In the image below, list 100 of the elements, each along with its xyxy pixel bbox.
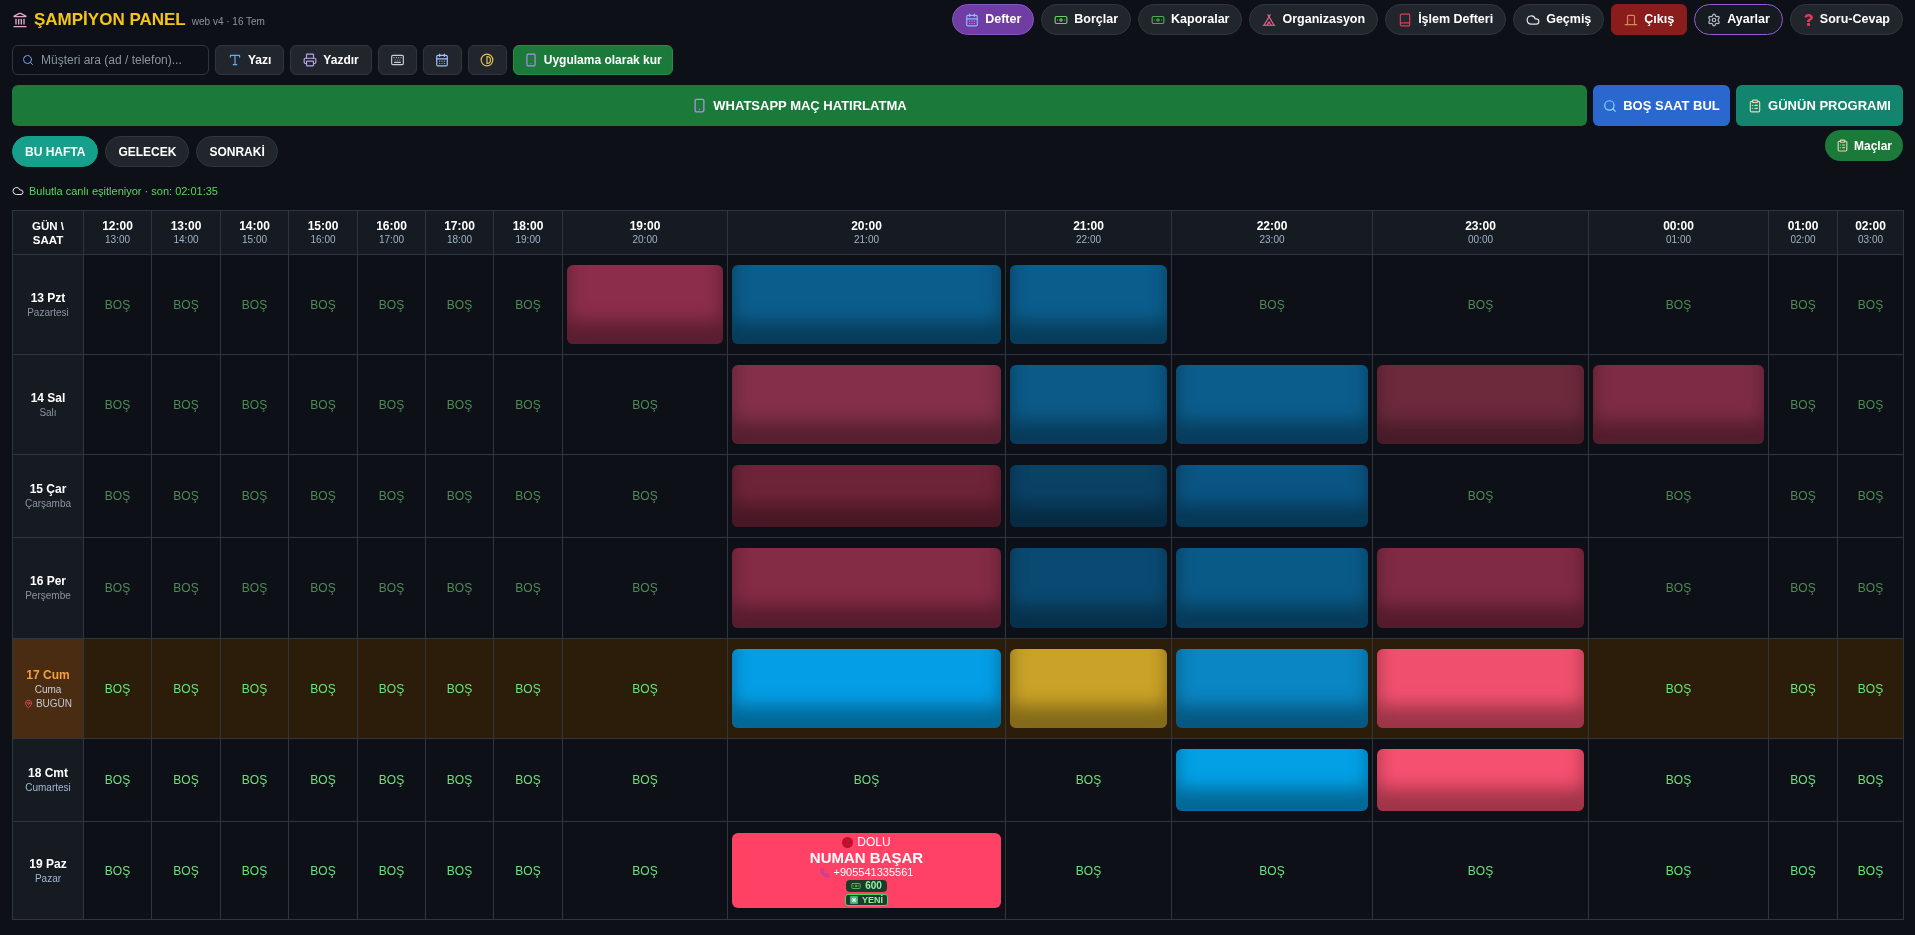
nav-button[interactable]: İşlem Defteri [1385, 4, 1507, 35]
blurred-booking-card[interactable] [1377, 548, 1584, 628]
booking-card[interactable]: DOLU NUMAN BAŞAR +905541335561 600 YENİ [732, 833, 1001, 908]
blurred-booking-card[interactable] [1176, 649, 1368, 728]
free-slot-label: BOŞ [173, 580, 199, 597]
free-slot-label: BOŞ [1665, 772, 1692, 789]
free-slot-label: BOŞ [1467, 488, 1494, 505]
search-field[interactable]: Müşteri ara (ad / telefon)... [12, 45, 209, 75]
week-tab[interactable]: GELECEK [105, 136, 190, 167]
blurred-booking-card[interactable] [1377, 749, 1584, 811]
action-button[interactable]: GÜNÜN PROGRAMI [1736, 85, 1903, 126]
free-slot-label: BOŞ [515, 488, 541, 505]
free-slot-label: BOŞ [310, 862, 336, 880]
nav-button[interactable]: Ayarlar [1694, 4, 1783, 35]
free-slot-label: BOŞ [1665, 296, 1692, 314]
nav-button[interactable]: Çıkış [1611, 4, 1688, 35]
free-slot-label: BOŞ [104, 862, 131, 880]
today-label: BUGÜN [35, 696, 73, 711]
free-slot-label: BOŞ [446, 862, 473, 880]
hour-label: 23:00 [1465, 219, 1496, 233]
nav-button[interactable]: Borçlar [1041, 4, 1132, 35]
nav-button[interactable]: Organizasyon [1249, 4, 1379, 35]
day-name: Cumartesi [25, 781, 71, 795]
day-date: 17 Cum [26, 666, 70, 683]
blurred-booking-card[interactable] [1593, 365, 1764, 444]
free-slot-label: BOŞ [378, 772, 405, 789]
free-slot-label: BOŞ [632, 488, 658, 505]
blurred-booking-card[interactable] [567, 265, 723, 344]
day-name: Perşembe [25, 589, 71, 603]
free-slot-label: BOŞ [632, 862, 658, 880]
blurred-booking-card[interactable] [1176, 465, 1368, 527]
free-slot-label: BOŞ [310, 772, 336, 789]
blurred-booking-card[interactable] [1010, 465, 1167, 527]
icon-button[interactable] [422, 45, 462, 75]
toolbar-button[interactable]: Yazı [215, 45, 285, 75]
free-slot-label: BOŞ [446, 680, 473, 698]
nav-button[interactable]: Defter [952, 4, 1035, 35]
blurred-booking-card[interactable] [1176, 749, 1368, 811]
blurred-booking-card[interactable] [732, 265, 1001, 344]
toolbar-button[interactable]: Yazdır [290, 45, 372, 75]
icon-button[interactable] [467, 45, 507, 75]
blurred-booking-card[interactable] [732, 465, 1001, 527]
install-app-button[interactable]: Uygulama olarak kur [512, 45, 673, 75]
free-slot-label: BOŞ [241, 772, 268, 789]
free-slot-label: BOŞ [104, 580, 131, 597]
hour-label: 16:00 [376, 219, 407, 233]
free-slot-label: BOŞ [1665, 680, 1692, 698]
free-slot-label: BOŞ [1259, 862, 1285, 880]
hour-label: 17:00 [444, 219, 475, 233]
free-slot-label: BOŞ [446, 580, 473, 597]
blurred-booking-card[interactable] [1010, 649, 1167, 728]
free-slot-label: BOŞ [446, 396, 473, 414]
blurred-booking-card[interactable] [1010, 265, 1167, 344]
cloud-icon [1526, 12, 1541, 27]
nav-button[interactable]: Geçmiş [1513, 4, 1605, 35]
blurred-booking-card[interactable] [1176, 365, 1368, 444]
icon-button[interactable] [377, 45, 417, 75]
blurred-booking-card[interactable] [1377, 649, 1584, 728]
free-slot-label: BOŞ [1857, 772, 1884, 789]
hour-end-label: 18:00 [447, 233, 472, 246]
day-date: 15 Çar [29, 481, 67, 497]
free-slot-label: BOŞ [515, 580, 541, 597]
blurred-booking-card[interactable] [732, 649, 1001, 728]
blurred-booking-card[interactable] [732, 548, 1001, 628]
free-slot-label: BOŞ [378, 488, 405, 505]
matches-button[interactable]: Maçlar [1824, 130, 1903, 161]
free-slot-label: BOŞ [173, 396, 199, 414]
free-slot-label: BOŞ [1857, 862, 1884, 880]
free-slot-label: BOŞ [1857, 488, 1884, 505]
free-slot-label: BOŞ [1790, 772, 1816, 789]
clipboard-icon [1748, 98, 1763, 113]
blurred-booking-card[interactable] [1010, 365, 1167, 444]
nav-button[interactable]: Soru-Cevap [1789, 4, 1903, 35]
blurred-booking-card[interactable] [1377, 365, 1584, 444]
blurred-booking-card[interactable] [1176, 548, 1368, 628]
free-slot-label: BOŞ [378, 396, 405, 414]
cloud-icon [12, 185, 24, 197]
free-slot-label: BOŞ [1857, 580, 1884, 597]
free-slot-label: BOŞ [310, 680, 336, 698]
blurred-booking-card[interactable] [732, 365, 1001, 444]
free-slot-label: BOŞ [1857, 680, 1884, 698]
hour-label: 21:00 [1073, 219, 1104, 233]
hour-label: 02:00 [1855, 219, 1886, 233]
blurred-booking-card[interactable] [1010, 548, 1167, 628]
hour-end-label: 16:00 [310, 233, 336, 246]
day-name: Cuma [34, 682, 62, 697]
free-slot-label: BOŞ [515, 772, 541, 789]
week-tab[interactable]: SONRAKİ [196, 136, 278, 167]
free-slot-label: BOŞ [632, 680, 658, 698]
phone-icon [819, 867, 830, 878]
question-mark-icon [1802, 13, 1814, 26]
phone-number: +905541335561 [833, 866, 914, 879]
free-slot-label: BOŞ [853, 772, 880, 789]
free-slot-label: BOŞ [1665, 862, 1692, 880]
action-button[interactable]: BOŞ SAAT BUL [1593, 85, 1730, 126]
sync-status: Bulutla canlı eşitleniyor · son: 02:01:35 [29, 183, 218, 199]
nav-button[interactable]: Kaporalar [1138, 4, 1243, 35]
settings-icon [1707, 12, 1722, 27]
action-button[interactable]: WHATSAPP MAÇ HATIRLATMA [12, 85, 1587, 126]
free-slot-label: BOŞ [241, 862, 268, 880]
